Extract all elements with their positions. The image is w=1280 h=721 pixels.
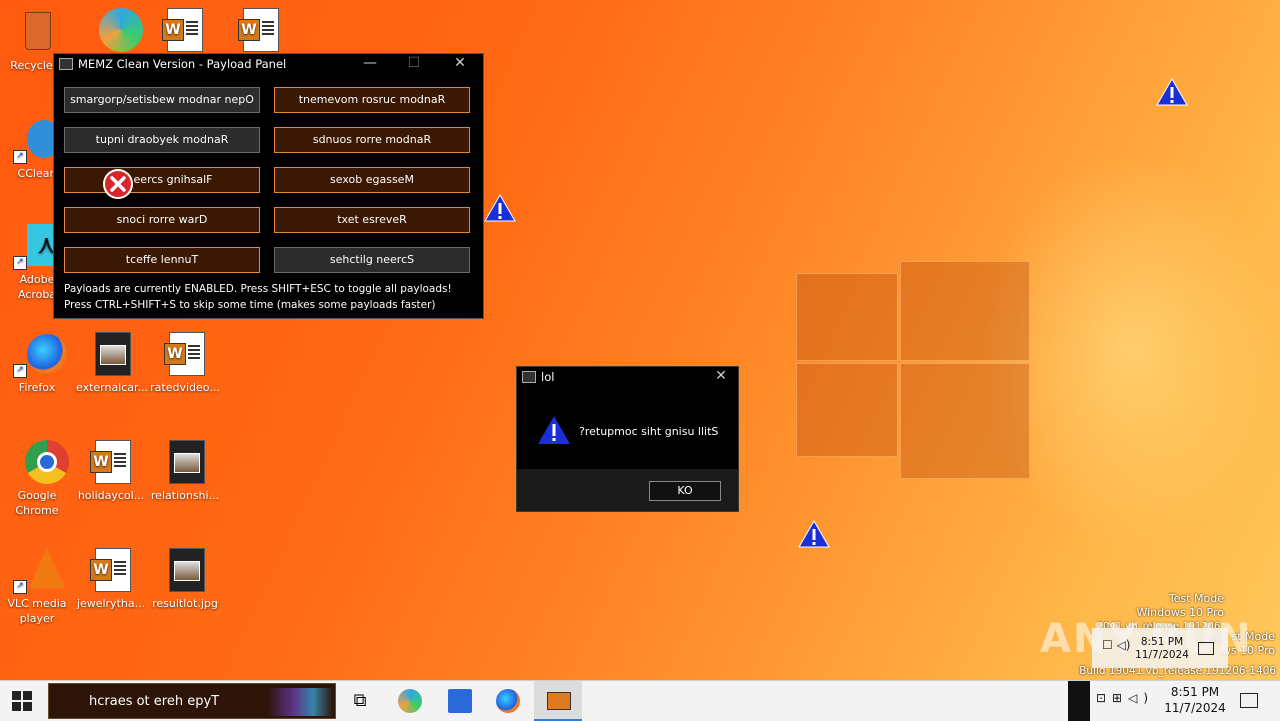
- window-title: MEMZ Clean Version - Payload Panel: [78, 57, 287, 71]
- clock-time: 8:51 PM: [1170, 685, 1220, 699]
- warning-icon: [798, 520, 830, 548]
- desktop-icon-holidaycol[interactable]: W holidaycol...: [76, 440, 146, 503]
- ok-button[interactable]: KO: [649, 481, 721, 501]
- payload-panel-titlebar[interactable]: MEMZ Clean Version - Payload Panel — ☐ ✕: [54, 54, 483, 74]
- memz-taskbar-button[interactable]: [534, 681, 582, 721]
- desktop-icon-resultlot[interactable]: resultlot.jpg: [150, 548, 220, 611]
- desktop-icon-label: holidaycol...: [77, 489, 145, 502]
- desktop-icon-externalcar[interactable]: externalcar...: [76, 332, 149, 395]
- recycle-bin-icon: [15, 10, 59, 54]
- desktop-icon-label: ratedvideo...: [150, 381, 220, 394]
- hidden-icons-area[interactable]: [1068, 681, 1090, 721]
- app-icon: [59, 58, 73, 70]
- task-view-icon[interactable]: ⧉: [348, 689, 372, 713]
- logo-pane: [796, 273, 898, 361]
- payload-button-random-keyboard-input[interactable]: tupni draobyek modnaR: [64, 127, 260, 153]
- status-line-enabled: Payloads are currently ENABLED. Press SH…: [64, 283, 452, 295]
- image-file-icon: [89, 332, 133, 376]
- logo-pane: [900, 363, 1030, 479]
- dialog-titlebar[interactable]: lol ✕: [517, 367, 738, 389]
- payload-button-random-error-sounds[interactable]: sdnuos rorre modnaR: [274, 127, 470, 153]
- desktop-icon-label: VLC media player: [7, 597, 67, 625]
- clock-date: 11/7/2024: [1164, 701, 1226, 715]
- ghost-date: 11/7/2024: [1135, 649, 1189, 661]
- desktop-icon-word-doc[interactable]: W: [224, 8, 294, 56]
- payload-button-open-random-websites[interactable]: smargorp/setisbew modnar nepO: [64, 87, 260, 113]
- test-mode-label: Test Mode: [1168, 592, 1224, 605]
- ghost-tray: ☐ ◁) 8:51 PM 11/7/2024: [1092, 628, 1228, 668]
- ghost-time: 8:51 PM: [1140, 636, 1184, 648]
- payload-button-message-boxes[interactable]: sexob egasseM: [274, 167, 470, 193]
- payload-button-screen-glitches[interactable]: sehctilg neercS: [274, 247, 470, 273]
- chrome-icon: [15, 440, 69, 484]
- payload-button-flashing-screen[interactable]: eercs gnihsalF: [64, 167, 260, 193]
- warning-icon: [484, 194, 516, 222]
- firefox-icon: ↗: [13, 332, 67, 378]
- desktop-icon-label: Adobe Acroba: [17, 273, 57, 301]
- word-document-icon: W: [237, 8, 281, 52]
- payload-button-reverse-text[interactable]: txet esreveR: [274, 207, 470, 233]
- windows-logo-wallpaper: [796, 243, 1030, 479]
- file-explorer-icon[interactable]: [448, 689, 472, 713]
- desktop-icon-word-doc[interactable]: W: [148, 8, 218, 56]
- word-document-icon: W: [163, 332, 207, 376]
- tray-icons[interactable]: ⊡⊞◁): [1096, 691, 1166, 705]
- desktop-icon-vlc[interactable]: ↗ VLC media player: [2, 548, 72, 626]
- desktop-icon-google-chrome[interactable]: Google Chrome: [2, 440, 72, 518]
- error-icon: [103, 169, 133, 199]
- shortcut-arrow-icon: ↗: [13, 150, 27, 164]
- desktop-icon-label: Google Chrome: [15, 489, 59, 517]
- desktop-icon-edge[interactable]: [78, 8, 148, 56]
- close-button[interactable]: ✕: [705, 367, 737, 387]
- desktop-icon-label: jewelrytha...: [76, 597, 146, 610]
- minimize-button[interactable]: —: [350, 54, 390, 74]
- maximize-button[interactable]: ☐: [394, 54, 434, 74]
- dialog-message: ?retupmoc siht gnisu llitS: [579, 425, 719, 438]
- taskbar-clock[interactable]: 8:51 PM 11/7/2024: [1164, 684, 1226, 716]
- action-center-icon[interactable]: [1240, 693, 1258, 708]
- warning-icon: [538, 416, 570, 444]
- taskbar-search-box[interactable]: hcraes ot ereh epyT: [48, 683, 336, 719]
- app-icon: [522, 371, 536, 383]
- desktop-icon-label: externalcar...: [76, 381, 149, 394]
- firefox-icon[interactable]: [496, 689, 520, 713]
- ghost-tray-icons: ☐ ◁): [1102, 638, 1131, 652]
- dialog-title: lol: [541, 370, 555, 384]
- close-button[interactable]: ✕: [440, 54, 480, 74]
- payload-button-draw-error-icons[interactable]: snoci rorre warD: [64, 207, 260, 233]
- desktop-icon-label: relationshi...: [150, 489, 220, 502]
- edge-icon: [91, 8, 143, 52]
- message-dialog: lol ✕ ?retupmoc siht gnisu llitS KO: [516, 366, 739, 512]
- ghost-clock: 8:51 PM 11/7/2024: [1132, 636, 1192, 662]
- desktop-icon-label: resultlot.jpg: [152, 597, 218, 610]
- desktop-icon-relationshi[interactable]: relationshi...: [150, 440, 220, 503]
- edge-icon[interactable]: [398, 689, 422, 713]
- word-document-icon: W: [161, 8, 205, 52]
- payload-button-tunnel-effect[interactable]: tceffe lennuT: [64, 247, 260, 273]
- notification-icon: [1198, 642, 1214, 655]
- shortcut-arrow-icon: ↗: [13, 364, 27, 378]
- windows-start-icon[interactable]: [12, 691, 32, 711]
- search-placeholder: hcraes ot ereh epyT: [89, 694, 220, 709]
- status-line-skip-time: Press CTRL+SHIFT+S to skip some time (ma…: [64, 299, 436, 311]
- payload-button-random-cursor-movement[interactable]: tnemevom rosruc modnaR: [274, 87, 470, 113]
- word-document-icon: W: [89, 440, 133, 484]
- warning-icon: [1156, 78, 1188, 106]
- desktop-icon-label: Firefox: [18, 381, 56, 394]
- taskbar: hcraes ot ereh epyT ⧉ ⊡⊞◁) 8:51 PM 11/7/…: [0, 680, 1280, 721]
- logo-pane: [900, 261, 1030, 361]
- search-highlight-image: [267, 688, 333, 716]
- image-file-icon: [163, 440, 207, 484]
- vlc-icon: ↗: [13, 548, 65, 594]
- memz-app-icon: [547, 692, 571, 710]
- desktop-icon-ratedvideo[interactable]: W ratedvideo...: [150, 332, 220, 395]
- logo-pane: [796, 363, 898, 457]
- desktop-icon-label: CClean: [17, 167, 57, 180]
- desktop-icon-firefox[interactable]: ↗ Firefox: [2, 332, 72, 395]
- shortcut-arrow-icon: ↗: [13, 256, 27, 270]
- image-file-icon: [163, 548, 207, 592]
- word-document-icon: W: [89, 548, 133, 592]
- desktop-icon-jewelrytha[interactable]: W jewelrytha...: [76, 548, 146, 611]
- shortcut-arrow-icon: ↗: [13, 580, 27, 594]
